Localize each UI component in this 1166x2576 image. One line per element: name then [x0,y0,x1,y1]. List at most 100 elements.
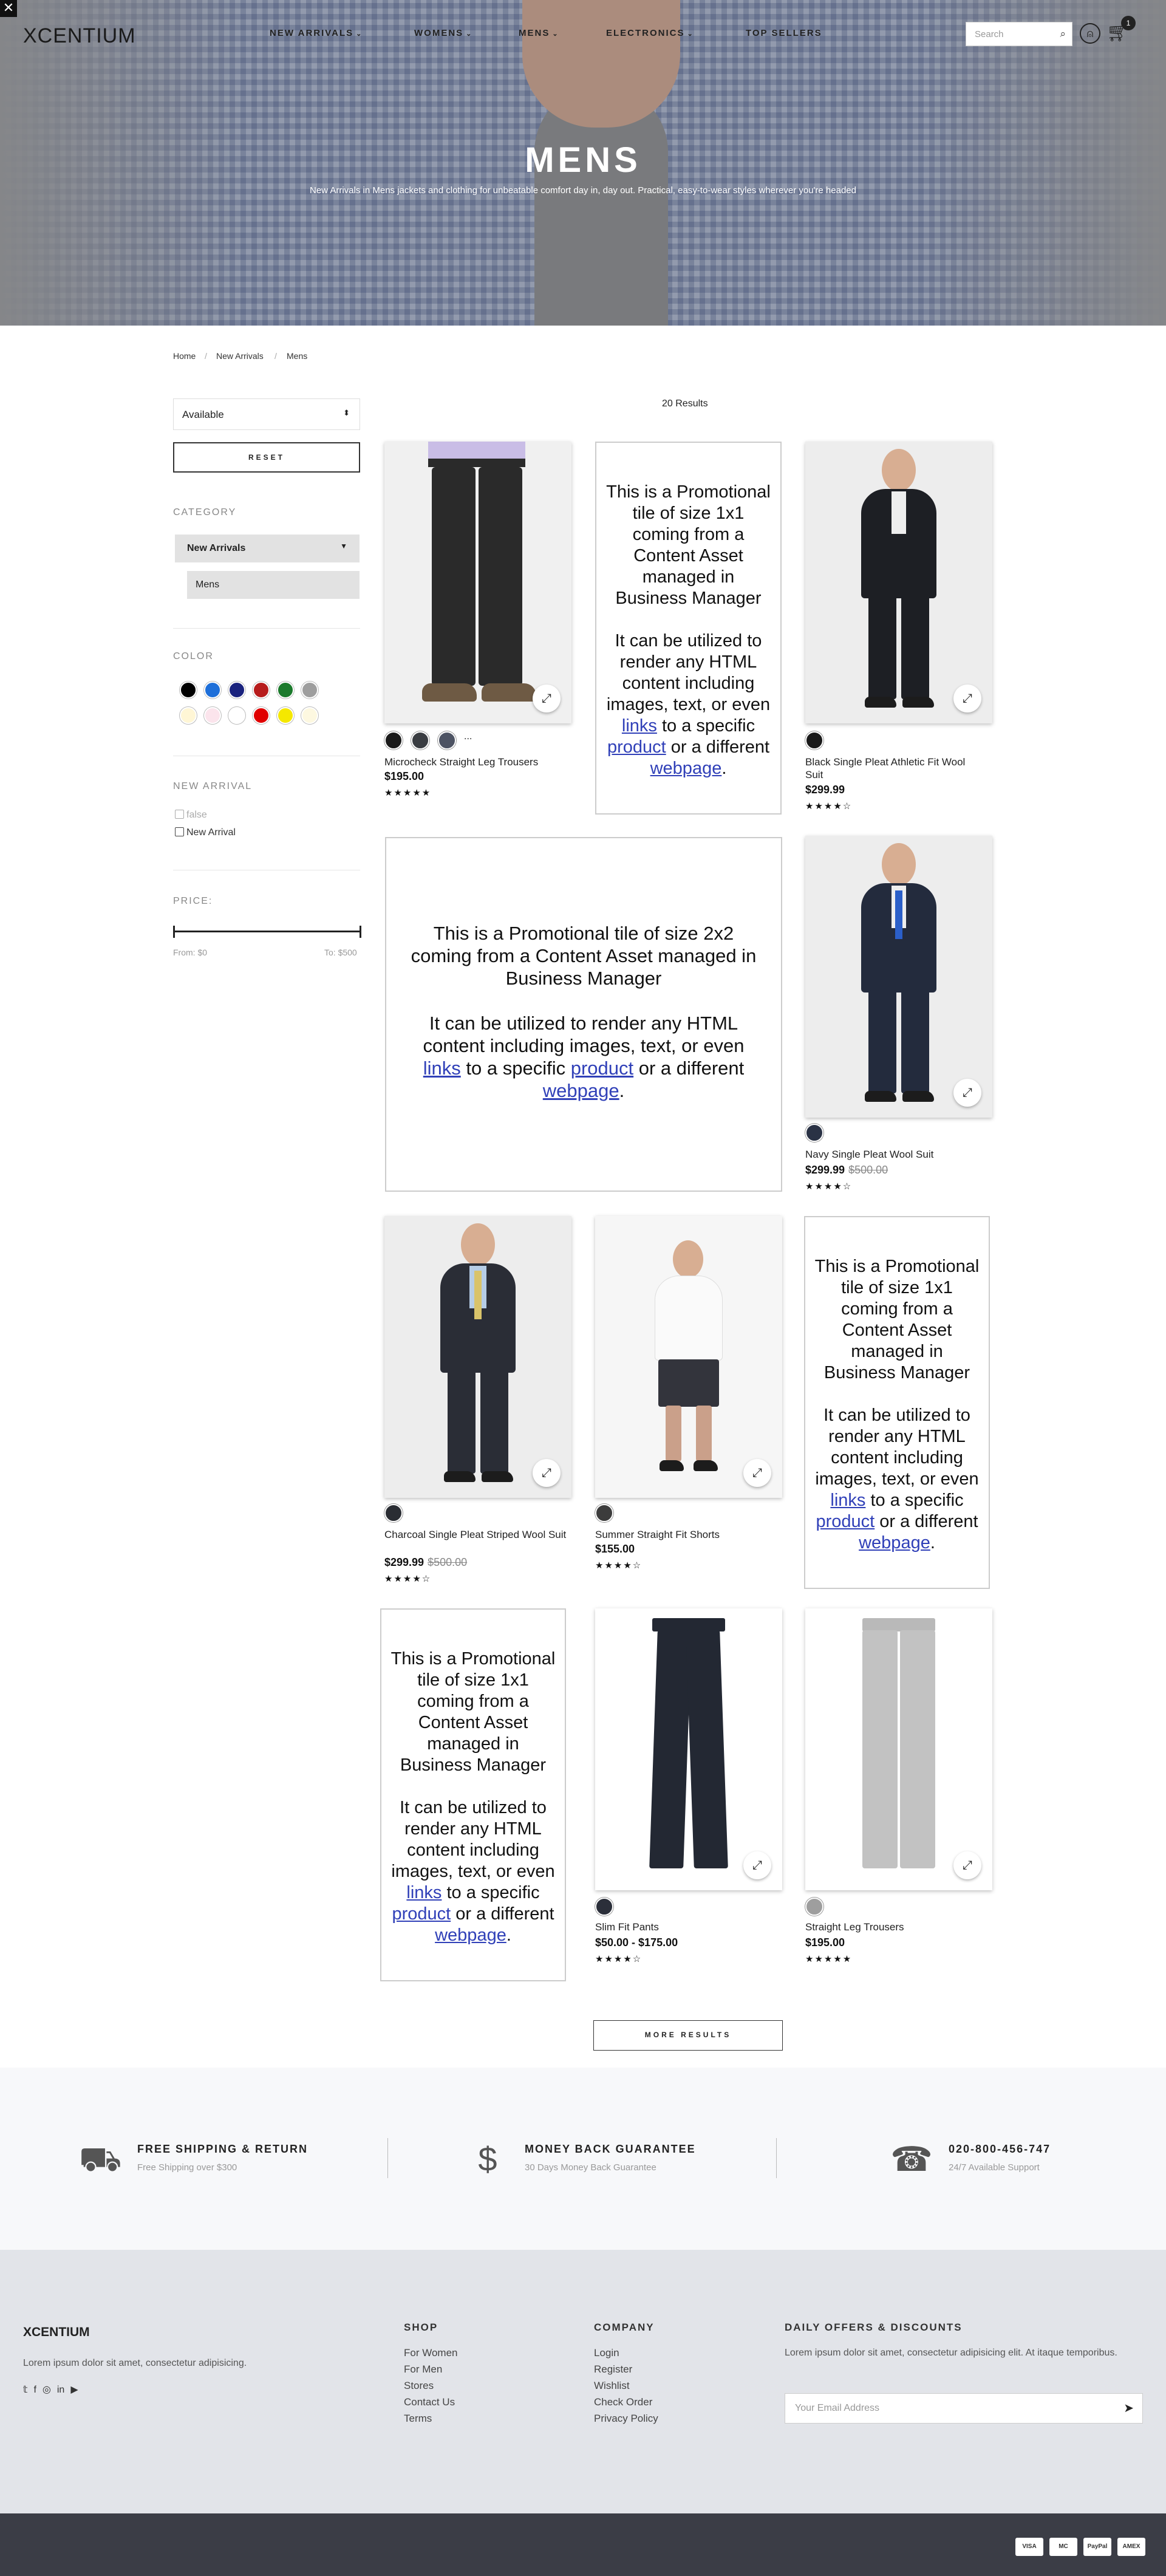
filter-option-new-arrival[interactable]: New Arrival [175,827,236,838]
color-swatch[interactable] [253,682,270,699]
expand-icon[interactable]: ⤢ [533,685,561,712]
footer-brand: XCENTIUM [23,2325,90,2339]
expand-icon[interactable]: ⤢ [743,1851,771,1879]
product-image[interactable]: ⤢ [595,1608,782,1890]
product-color-swatch[interactable] [384,731,403,750]
promo-link[interactable]: links [622,716,657,736]
close-icon[interactable]: ✕ [0,0,17,17]
promo-product-link[interactable]: product [571,1057,633,1079]
slider-handle-min[interactable] [173,926,175,938]
expand-icon[interactable]: ⤢ [953,1079,981,1107]
promo-link[interactable]: links [406,1883,442,1902]
search-input[interactable]: Search ⌕ [966,22,1072,46]
shop-heading: SHOP [404,2321,438,2333]
color-swatch[interactable] [180,707,197,724]
search-icon[interactable]: ⌕ [1060,28,1066,40]
sort-select[interactable]: Available ⬍ [173,398,360,430]
promo-product-link[interactable]: product [392,1904,451,1924]
promo-link[interactable]: links [423,1057,461,1079]
youtube-icon[interactable]: ▶ [70,2385,78,2395]
product-color-swatch[interactable] [438,731,456,750]
product-color-swatch[interactable] [805,1898,823,1916]
color-swatch[interactable] [277,682,294,699]
more-results-button[interactable]: MORE RESULTS [593,2020,783,2051]
promo-link[interactable]: links [830,1491,865,1510]
product-image[interactable]: ⤢ [384,1216,571,1498]
color-swatch[interactable] [253,707,270,724]
color-swatch[interactable] [228,682,245,699]
breadcrumb-mens: Mens [287,351,308,361]
footer-link[interactable]: Register [594,2361,632,2377]
nav-womens[interactable]: WOMENS ⌄ [414,28,472,38]
promo-webpage-link[interactable]: webpage [859,1533,930,1553]
product-image[interactable]: ⤢ [805,442,992,723]
twitter-icon[interactable]: 𝕥 [23,2385,27,2395]
color-swatch[interactable] [228,707,245,724]
product-image[interactable]: ⤢ [805,836,992,1118]
product-color-swatch[interactable] [595,1898,613,1916]
product-name[interactable]: Navy Single Pleat Wool Suit [805,1148,981,1161]
filter-option-false[interactable]: false [175,810,207,821]
product-image[interactable]: ⤢ [805,1608,992,1890]
expand-icon[interactable]: ⤢ [743,1459,771,1487]
reset-button[interactable]: RESET [173,442,360,473]
footer-link[interactable]: Privacy Policy [594,2410,658,2427]
nav-mens[interactable]: MENS ⌄ [519,28,559,38]
checkbox[interactable] [175,810,184,819]
breadcrumb-home[interactable]: Home [173,351,196,361]
account-icon[interactable]: ⍝ [1080,23,1100,44]
color-swatch[interactable] [180,682,197,699]
footer-link[interactable]: Check Order [594,2394,652,2410]
checkbox[interactable] [175,827,184,836]
category-mens[interactable]: Mens [187,571,360,599]
expand-icon[interactable]: ⤢ [953,1851,981,1879]
slider-handle-max[interactable] [360,926,361,938]
promo-product-link[interactable]: product [816,1512,874,1531]
expand-icon[interactable]: ⤢ [953,685,981,712]
product-color-swatch[interactable] [384,1504,403,1522]
promo-webpage-link[interactable]: webpage [543,1080,619,1101]
color-swatch[interactable] [204,707,221,724]
nav-new-arrivals[interactable]: NEW ARRIVALS ⌄ [270,28,363,38]
product-name[interactable]: Straight Leg Trousers [805,1921,987,1933]
category-heading: CATEGORY [173,507,237,518]
email-field[interactable]: Your Email Address ➤ [785,2393,1143,2424]
color-swatch[interactable] [301,707,318,724]
product-name[interactable]: Slim Fit Pants [595,1921,777,1933]
color-swatch[interactable] [301,682,318,699]
product-color-swatch[interactable] [411,731,429,750]
color-swatch[interactable] [277,707,294,724]
color-swatch[interactable] [204,682,221,699]
footer-link[interactable]: Terms [404,2410,432,2427]
price-slider[interactable] [173,926,361,938]
category-new-arrivals[interactable]: New Arrivals ▼ [175,535,360,562]
instagram-icon[interactable]: ◎ [43,2385,51,2395]
product-name[interactable]: Summer Straight Fit Shorts [595,1528,777,1541]
footer-link[interactable]: For Men [404,2361,442,2377]
promo-webpage-link[interactable]: webpage [650,759,722,778]
site-logo[interactable]: XCENTIUM [23,24,136,48]
send-icon[interactable]: ➤ [1123,2400,1134,2416]
linkedin-icon[interactable]: in [57,2385,64,2395]
footer-link[interactable]: For Women [404,2345,458,2361]
footer-link[interactable]: Contact Us [404,2394,455,2410]
product-name[interactable]: Black Single Pleat Athletic Fit Wool Sui… [805,756,981,781]
promo-product-link[interactable]: product [607,737,666,757]
nav-top-sellers[interactable]: TOP SELLERS [746,28,822,38]
product-image[interactable]: ⤢ [595,1216,782,1498]
product-image[interactable]: ⤢ [384,442,571,723]
footer-link[interactable]: Login [594,2345,619,2361]
expand-icon[interactable]: ⤢ [533,1459,561,1487]
breadcrumb-new-arrivals[interactable]: New Arrivals [216,351,264,361]
product-color-swatch[interactable] [805,1124,823,1142]
product-name[interactable]: Microcheck Straight Leg Trousers [384,756,571,768]
promo-webpage-link[interactable]: webpage [435,1925,506,1945]
footer-link[interactable]: Stores [404,2377,434,2394]
rating-stars: ★★★★★ [384,788,432,798]
product-name[interactable]: Charcoal Single Pleat Striped Wool Suit [384,1528,567,1541]
footer-link[interactable]: Wishlist [594,2377,630,2394]
product-color-swatch[interactable] [595,1504,613,1522]
product-color-swatch[interactable] [805,731,823,750]
nav-electronics[interactable]: ELECTRONICS ⌄ [606,28,694,38]
facebook-icon[interactable]: f [33,2385,36,2395]
